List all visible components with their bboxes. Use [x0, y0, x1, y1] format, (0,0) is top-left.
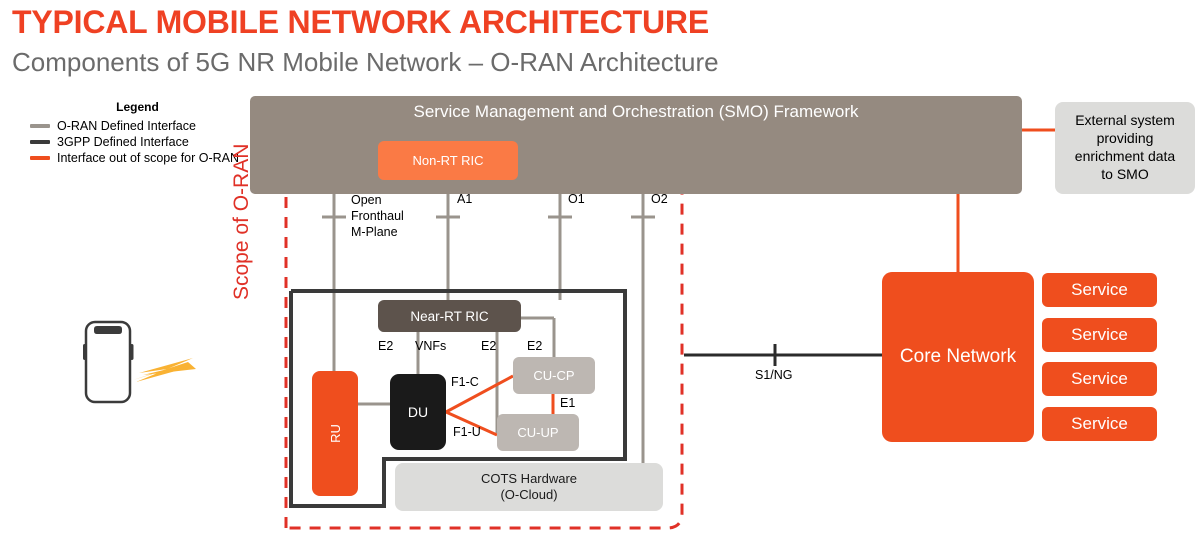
- cu-cp-label: CU-CP: [533, 368, 575, 383]
- scope-of-oran-label: Scope of O-RAN: [230, 143, 253, 300]
- service-box-1[interactable]: Service: [1042, 273, 1157, 307]
- connector-layer: [83, 126, 1055, 530]
- external-system-line3: enrichment data: [1074, 148, 1176, 164]
- cu-cp-box[interactable]: CU-CP: [513, 357, 595, 394]
- label-open-fronthaul-line3: M-Plane: [351, 225, 398, 239]
- cu-up-label: CU-UP: [517, 425, 559, 440]
- core-network-box[interactable]: Core Network: [882, 272, 1034, 442]
- cots-hardware-label-line1: COTS Hardware: [480, 470, 578, 486]
- external-system-line2: providing: [1096, 130, 1154, 147]
- phone-button-right-icon: [130, 344, 134, 360]
- service-label-3: Service: [1071, 369, 1128, 388]
- service-box-4[interactable]: Service: [1042, 407, 1157, 441]
- diagram-root: TYPICAL MOBILE NETWORK ARCHITECTURE Comp…: [0, 0, 1200, 542]
- label-open-fronthaul-line1: Open: [351, 193, 382, 207]
- label-e2-mid: E2: [481, 339, 497, 353]
- smo-framework-label: Service Management and Orchestration (SM…: [413, 102, 859, 121]
- non-rt-ric-label: Non-RT RIC: [412, 153, 484, 168]
- cots-hardware-box[interactable]: COTS Hardware (O-Cloud): [395, 463, 663, 511]
- label-e1: E1: [560, 396, 576, 410]
- label-open-fronthaul-line2: Fronthaul: [351, 209, 404, 223]
- external-system-line4: to SMO: [1101, 165, 1149, 182]
- cu-up-box[interactable]: CU-UP: [497, 414, 579, 451]
- du-label: DU: [407, 404, 429, 420]
- du-box[interactable]: DU: [390, 374, 446, 450]
- label-f1c: F1-C: [451, 375, 479, 389]
- label-e2-cucp: E2: [527, 339, 543, 353]
- label-o2: O2: [651, 192, 668, 206]
- service-box-2[interactable]: Service: [1042, 318, 1157, 352]
- label-s1ng: S1/NG: [755, 368, 793, 382]
- ru-box[interactable]: RU: [312, 371, 358, 496]
- service-label-1: Service: [1071, 280, 1128, 299]
- core-network-label: Core Network: [899, 346, 1017, 367]
- label-open-fronthaul-mplane: Open Fronthaul M-Plane: [351, 192, 404, 240]
- label-a1: A1: [457, 192, 473, 206]
- phone-button-left-icon: [83, 344, 87, 360]
- phone-notch-icon: [94, 326, 122, 334]
- near-rt-ric-label: Near-RT RIC: [410, 308, 489, 324]
- external-system-line1: External system: [1075, 112, 1175, 129]
- smo-framework-box[interactable]: Service Management and Orchestration (SM…: [250, 96, 1022, 194]
- label-vnfs: VNFs: [415, 339, 447, 353]
- label-e2-du: E2: [378, 339, 394, 353]
- label-o1: O1: [568, 192, 585, 206]
- external-system-box[interactable]: External system providing enrichment dat…: [1055, 102, 1195, 194]
- ru-label: RU: [327, 424, 343, 443]
- service-label-4: Service: [1071, 414, 1128, 433]
- service-label-2: Service: [1071, 325, 1128, 344]
- near-rt-ric-box[interactable]: Near-RT RIC: [378, 300, 521, 332]
- service-box-3[interactable]: Service: [1042, 362, 1157, 396]
- cots-hardware-label-line2: (O-Cloud): [500, 487, 558, 502]
- non-rt-ric-box[interactable]: Non-RT RIC: [378, 141, 518, 180]
- label-f1u: F1-U: [453, 425, 481, 439]
